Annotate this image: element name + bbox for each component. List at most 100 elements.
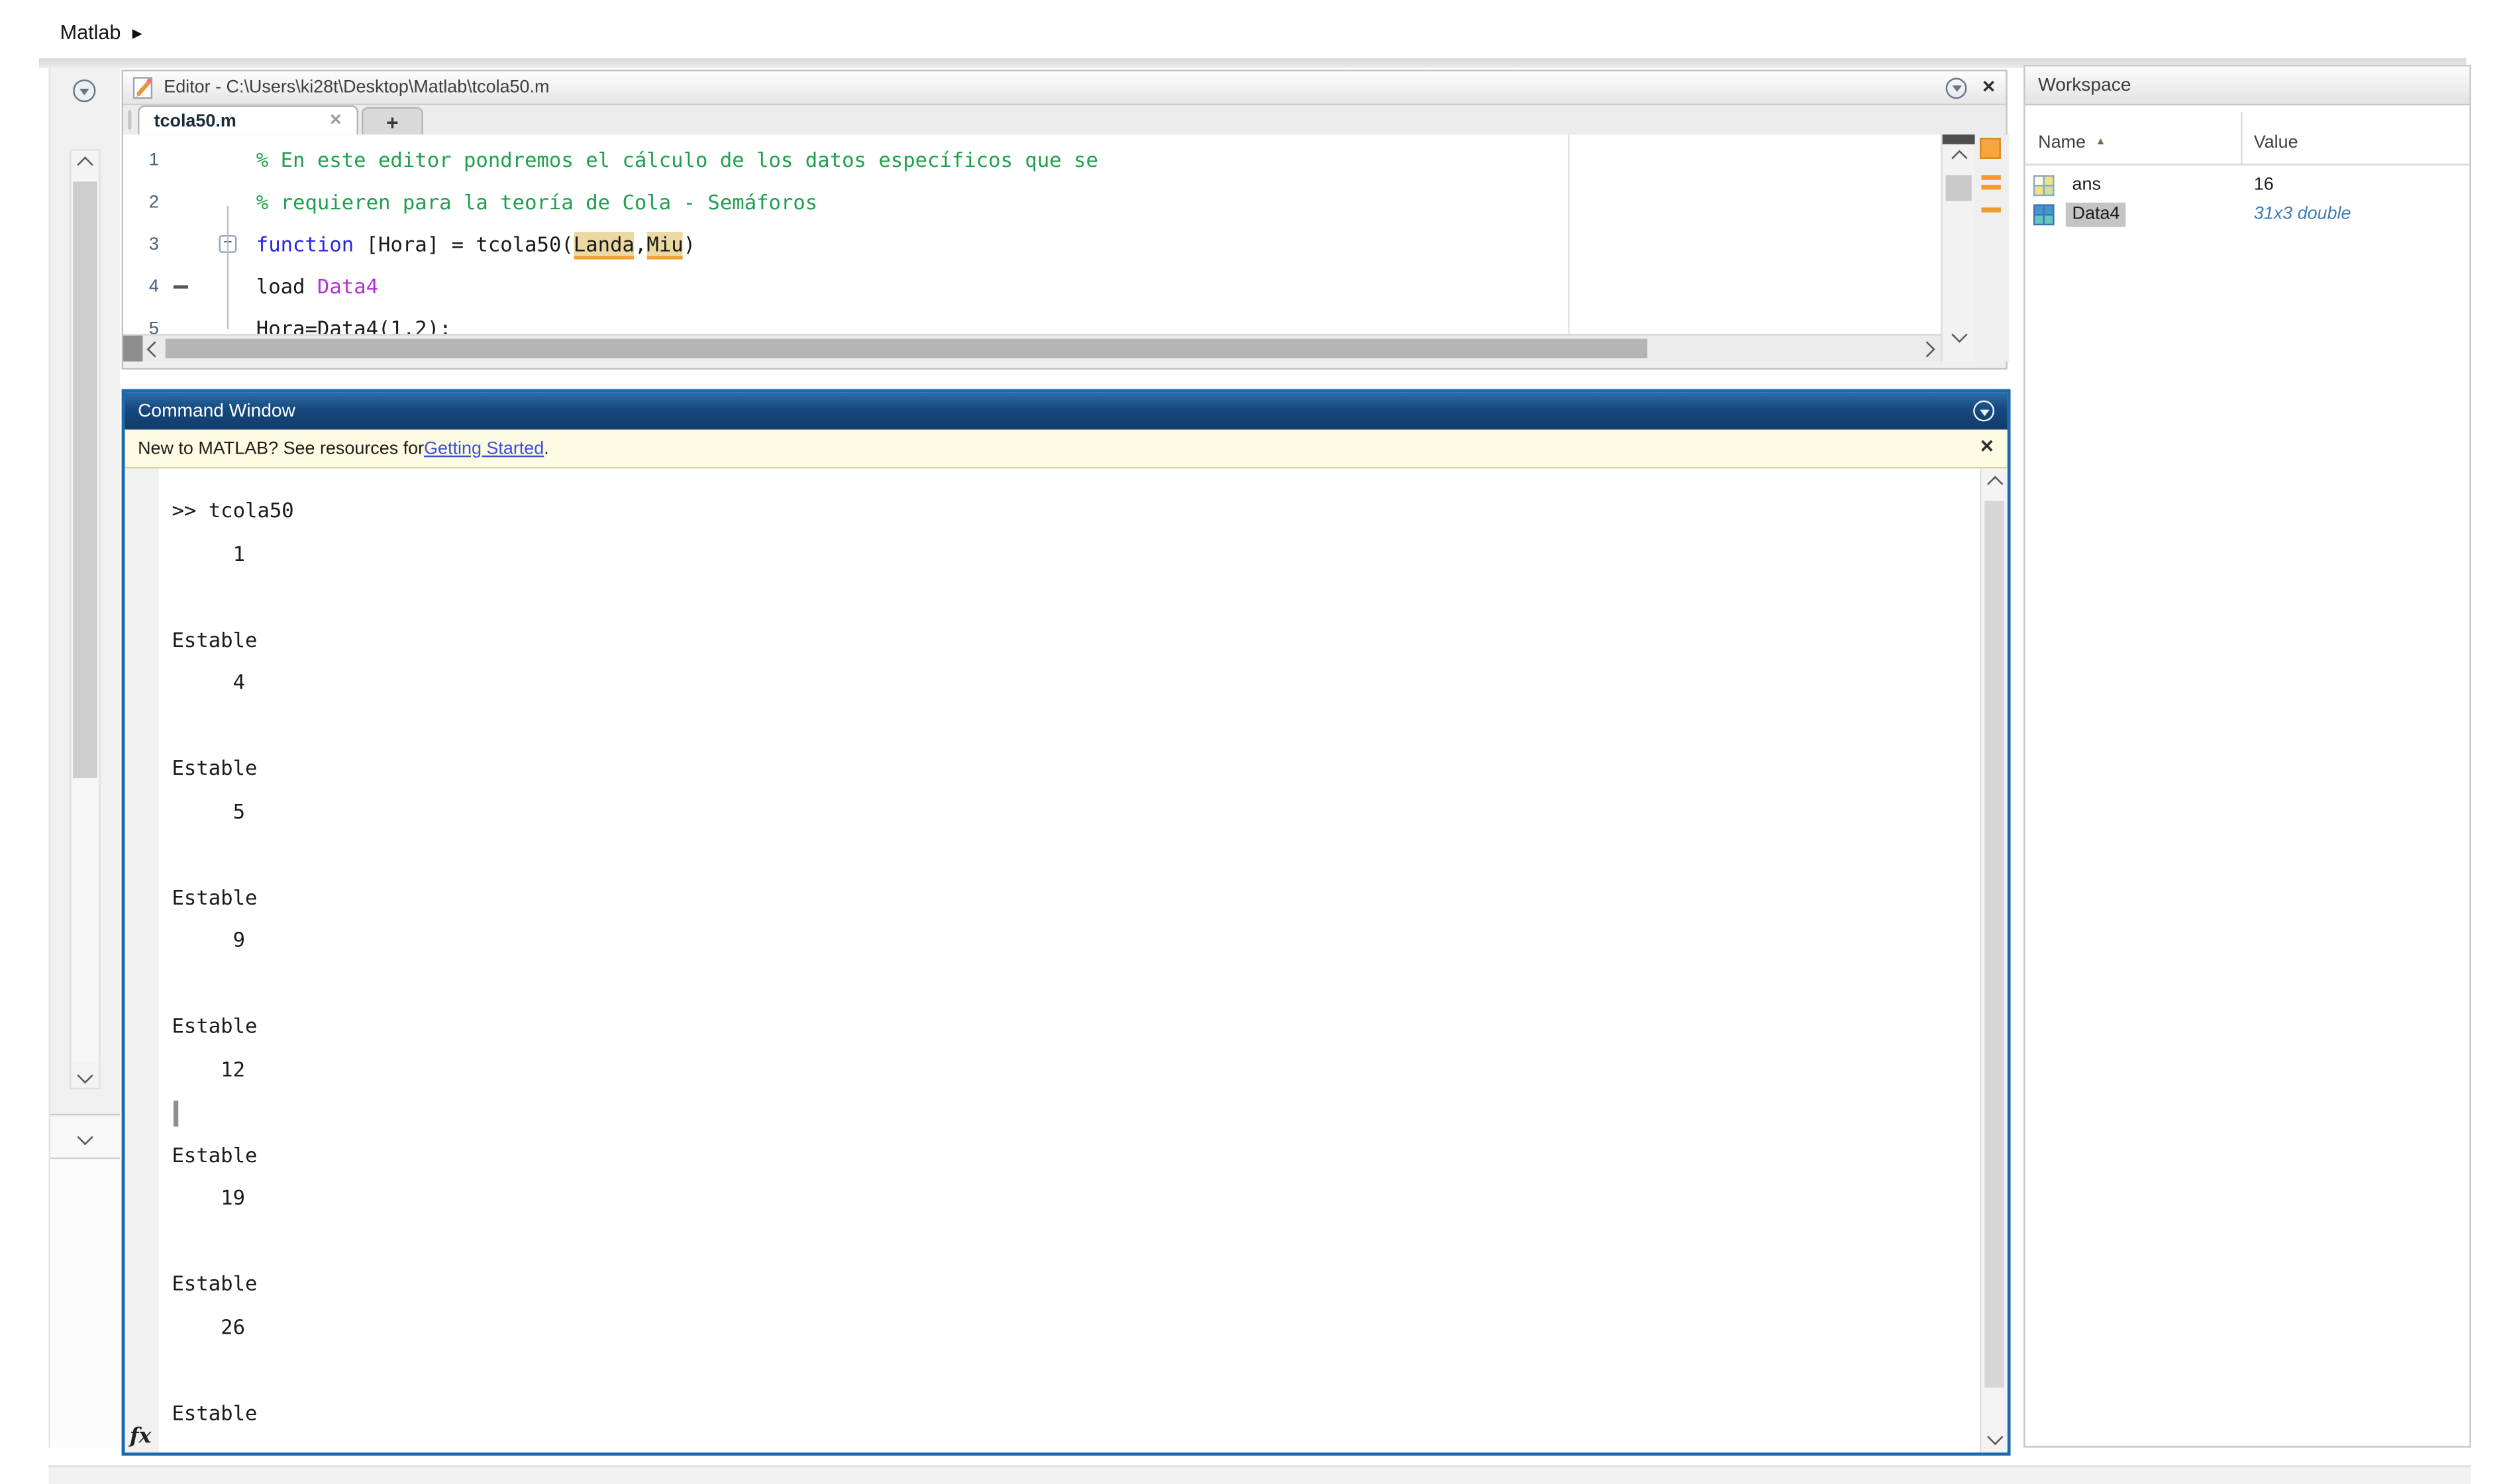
function-hint-icon[interactable]: fx [130,1425,152,1450]
banner-close-icon[interactable]: ✕ [1979,438,1994,457]
console-line: 4 [172,669,246,694]
variable-name[interactable]: ans [2066,173,2108,198]
tab-strip-edge [128,110,132,130]
scrollbar-thumb[interactable] [1945,175,1972,201]
console-line: Estable [172,1399,258,1424]
line-number: 4 [148,277,159,297]
console-line: 5 [172,798,246,823]
console-line: Estable [172,1013,258,1038]
editor-vertical-scrollbar[interactable] [1941,134,1975,362]
panel-menu-icon[interactable] [73,79,96,103]
scroll-left-button[interactable] [142,336,165,362]
line-number: 3 [148,234,159,255]
message-indicator-bar [1974,134,2010,362]
variable-row-data4[interactable]: Data4 31x3 double [2025,200,2470,228]
scroll-down-button[interactable] [1943,322,1975,347]
console-line [172,1091,1965,1134]
line-number: 2 [148,193,159,213]
chevron-up-icon [77,156,93,172]
editor-close-icon[interactable]: ✕ [1982,79,1996,96]
variable-name[interactable]: Data4 [2065,201,2127,226]
breadcrumb-label[interactable]: Matlab [60,21,121,44]
code-editor[interactable]: 1 % En este editor pondremos el cálculo … [123,134,1941,334]
editor-titlebar: Editor - C:\Users\ki28t\Desktop\Matlab\t… [123,71,2006,106]
banner-suffix: . [544,438,549,458]
warning-marker[interactable] [1981,175,2001,180]
console-output[interactable]: >> tcola50 1 Estable 4 Estable 5 Estable 9 E… [172,489,1965,1452]
command-window-titlebar: Command Window [125,392,2008,430]
variable-row-ans[interactable]: ans 16 [2025,172,2470,200]
left-vertical-scrollbar[interactable] [70,149,101,1090]
prompt-gutter: fx [125,468,159,1453]
editor-horizontal-scrollbar[interactable] [123,334,1941,362]
editor-menu-icon[interactable] [1946,77,1967,99]
tab-close-icon[interactable]: ✕ [329,112,342,130]
variable-value: 31x3 double [2253,203,2351,223]
scroll-up-button[interactable] [1981,470,2007,496]
chevron-down-icon [1951,326,1967,343]
chevron-down-icon [77,1066,93,1083]
console-line: Estable [172,1142,258,1167]
column-divider[interactable] [2241,111,2243,164]
banner-text: New to MATLAB? See resources for [138,438,425,458]
new-tab-button[interactable]: + [361,107,423,136]
code-line: 1 % En este editor pondremos el cálculo … [123,140,1941,182]
warning-summary-icon[interactable] [1980,138,2001,159]
console-line: >> tcola50 [172,497,294,522]
getting-started-link[interactable]: Getting Started [424,438,544,458]
column-header-value[interactable]: Value [2254,133,2298,152]
tab-tcola50[interactable]: tcola50.m ✕ [138,105,359,135]
matrix-icon [2033,175,2055,197]
code-text: function [Hora] = tcola50(Landa,Miu) [256,224,695,266]
scrollbar-thumb[interactable] [73,181,97,779]
scroll-down-button[interactable] [1981,1423,2007,1449]
scroll-up-button[interactable] [1943,146,1975,170]
fold-scope-dash [173,285,188,289]
column-ruler-line [1568,134,1570,334]
editor-tab-bar: tcola50.m ✕ + [123,105,2006,136]
scroll-right-button[interactable] [1915,336,1939,362]
scrollbar-thumb[interactable] [165,338,1648,359]
command-window-title: Command Window [138,401,295,421]
chevron-right-icon [1919,340,1935,357]
chevron-up-icon [1986,475,2003,491]
console-line: Estable [172,755,258,780]
console-vertical-scrollbar[interactable] [1980,468,2008,1453]
edit-document-icon [132,77,153,99]
workspace-title: Workspace [2038,75,2131,95]
code-comment: % En este editor pondremos el cálculo de… [256,147,1098,172]
workspace-titlebar: Workspace [2025,66,2470,106]
breadcrumb-arrow-icon[interactable]: ▶ [132,25,142,40]
plus-icon: + [386,110,399,135]
cw-menu-icon[interactable] [1973,400,1995,422]
scrollbar-thumb[interactable] [1984,501,2004,1388]
breadcrumb[interactable]: Matlab ▶ [60,21,142,44]
editor-panel: Editor - C:\Users\ki28t\Desktop\Matlab\t… [121,70,2010,370]
code-comment: % requieren para la teoría de Cola - Sem… [256,189,818,215]
command-window: Command Window New to MATLAB? See resour… [121,389,2011,1456]
editor-bottom-strip [123,361,2006,368]
chevron-left-icon [146,340,162,357]
variable-value: 16 [2253,175,2274,195]
matrix-icon [2033,203,2055,225]
collapse-panel-button[interactable] [50,1116,121,1160]
scroll-up-button[interactable] [71,150,99,177]
console-line: Estable [172,626,258,651]
console-line: 19 [172,1185,246,1210]
code-line: 4 load Data4 [123,266,1941,308]
new-to-matlab-banner: New to MATLAB? See resources for Getting… [125,429,2008,469]
warning-marker[interactable] [1981,207,2001,213]
status-bar [48,1465,2471,1484]
divider [50,1113,121,1116]
warning-marker[interactable] [1981,185,2001,190]
column-header-name[interactable]: Name ▲ [2038,133,2106,152]
scroll-down-button[interactable] [71,1062,99,1088]
code-line: 3 − function [Hora] = tcola50(Landa,Miu) [123,224,1941,266]
code-line: 2 % requieren para la teoría de Cola - S… [123,181,1941,224]
console-line: 12 [172,1056,246,1081]
